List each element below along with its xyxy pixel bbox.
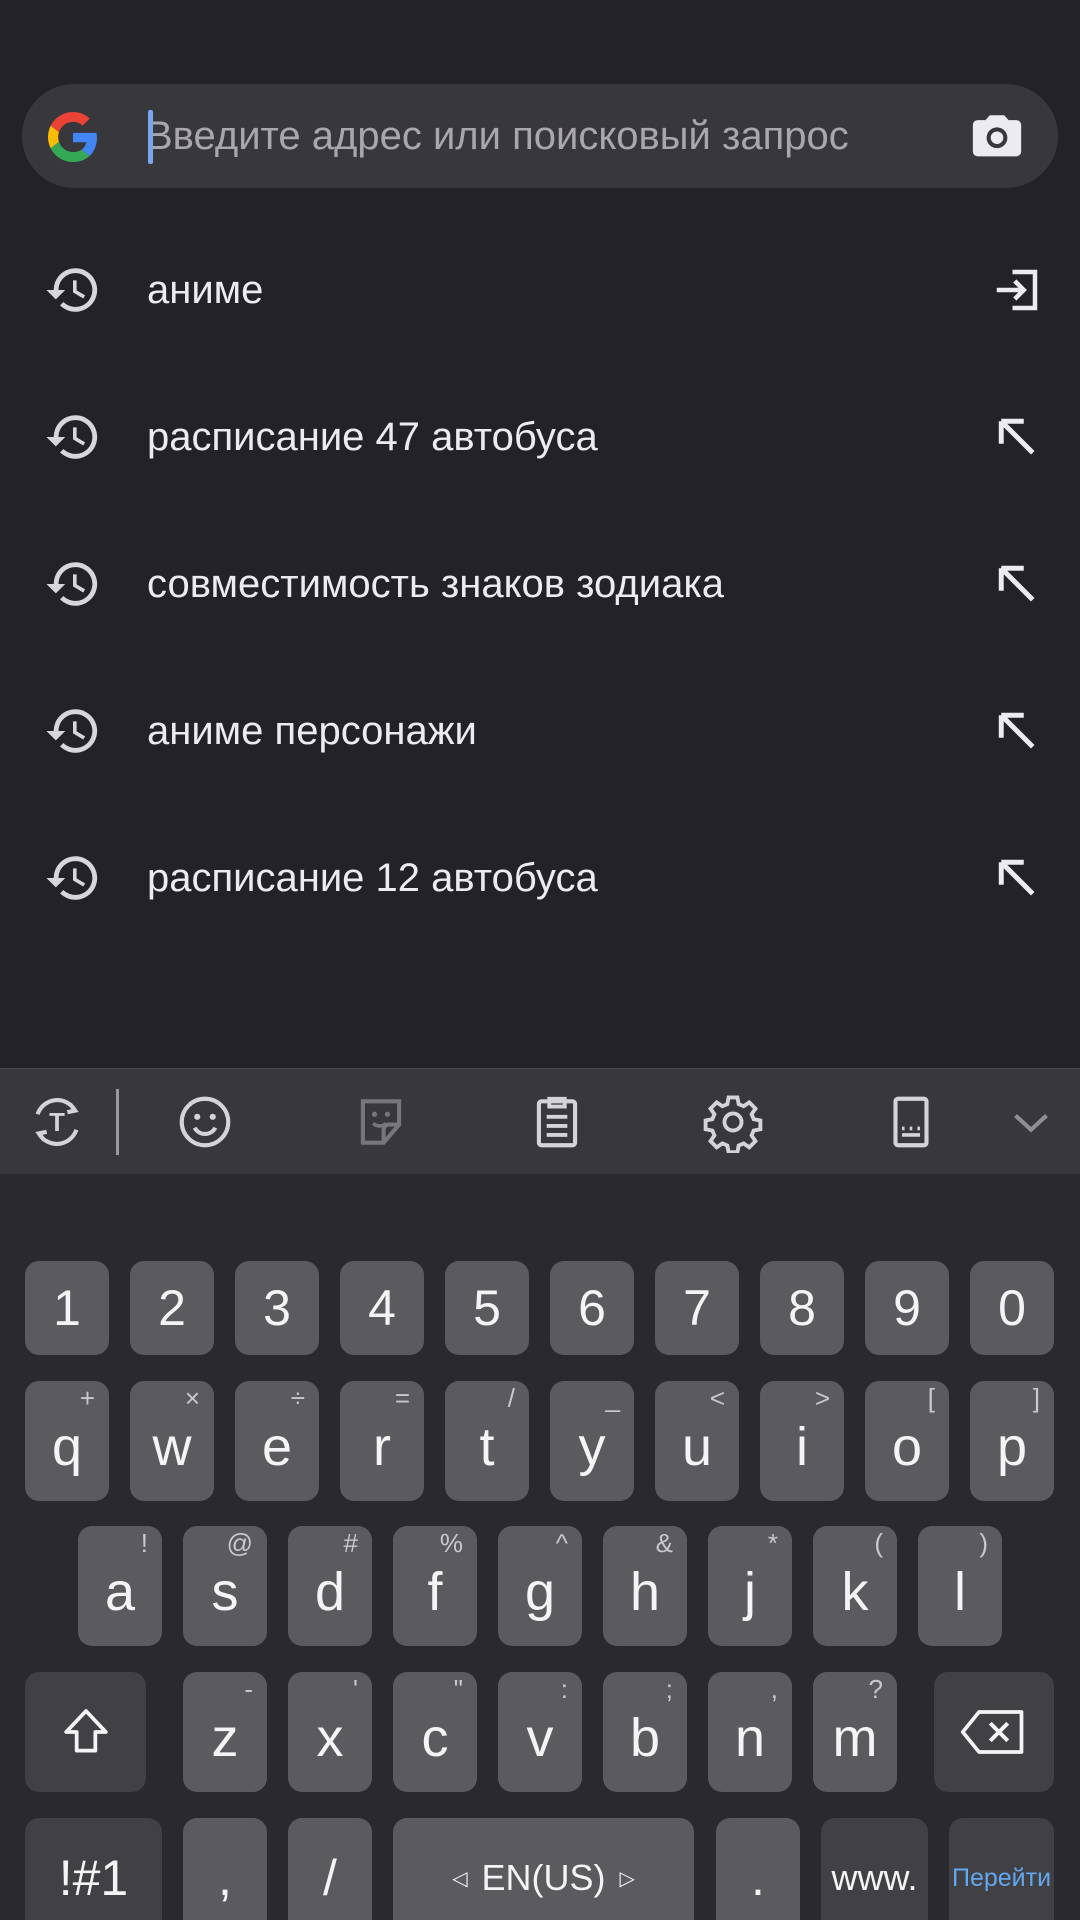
- key-o[interactable]: [o: [865, 1381, 949, 1501]
- suggestion-item[interactable]: расписание 12 автобуса: [0, 814, 1080, 961]
- settings-icon[interactable]: [702, 1091, 764, 1153]
- arrow-up-left-icon[interactable]: [990, 557, 1044, 611]
- sticker-icon[interactable]: [350, 1091, 412, 1153]
- backspace-key[interactable]: [934, 1672, 1054, 1792]
- suggestion-text: совместимость знаков зодиака: [147, 562, 724, 606]
- symbols-key[interactable]: !#1: [25, 1818, 162, 1920]
- history-icon: [46, 268, 98, 312]
- chevron-left-icon: ◁: [452, 1867, 468, 1890]
- toolbar-separator: [116, 1089, 119, 1155]
- suggestion-text: расписание 47 автобуса: [147, 415, 598, 459]
- key-m[interactable]: ? m: [813, 1672, 897, 1792]
- arrow-up-left-icon[interactable]: [990, 410, 1044, 464]
- suggestion-text: аниме персонажи: [147, 709, 477, 753]
- key-r[interactable]: = r: [340, 1381, 424, 1501]
- key-c[interactable]: " c: [393, 1672, 477, 1792]
- key-w[interactable]: × w: [130, 1381, 214, 1501]
- key-a[interactable]: ! a: [78, 1526, 162, 1646]
- shift-icon: [63, 1709, 108, 1753]
- chevron-down-icon[interactable]: [1000, 1091, 1062, 1153]
- backspace-icon: [960, 1710, 1024, 1754]
- key-0[interactable]: 0: [970, 1261, 1054, 1355]
- suggestion-text: расписание 12 автобуса: [147, 856, 598, 900]
- key-grid: 1 2 3 4 5 6 7 8 9 0 + q × w ÷ e = r / t _ y < u…: [0, 1174, 1080, 1920]
- search-bar[interactable]: [22, 84, 1058, 188]
- key-1[interactable]: 1: [25, 1261, 109, 1355]
- suggestion-item[interactable]: расписание 47 автобуса: [0, 373, 1080, 520]
- key-n[interactable]: ,n: [708, 1672, 792, 1792]
- history-icon: [46, 415, 98, 459]
- key-g[interactable]: ^ g: [498, 1526, 582, 1646]
- key-b[interactable]: ; b: [603, 1672, 687, 1792]
- arrow-up-left-icon[interactable]: [990, 704, 1044, 758]
- keyboard-toolbar: T: [0, 1068, 1080, 1174]
- key-p[interactable]: ] p: [970, 1381, 1054, 1501]
- chevron-right-icon: ▷: [619, 1867, 635, 1890]
- key-j[interactable]: * j: [708, 1526, 792, 1646]
- key-y[interactable]: _ y: [550, 1381, 634, 1501]
- svg-text:T: T: [49, 1109, 65, 1137]
- key-i[interactable]: > i: [760, 1381, 844, 1501]
- key-e[interactable]: ÷ e: [235, 1381, 319, 1501]
- key-u[interactable]: < u: [655, 1381, 739, 1501]
- history-icon: [46, 562, 98, 606]
- key-l[interactable]: ) l: [918, 1526, 1002, 1646]
- slash-key[interactable]: /: [288, 1818, 372, 1920]
- key-4[interactable]: 4: [340, 1261, 424, 1355]
- period-key[interactable]: .: [716, 1818, 800, 1920]
- key-7[interactable]: 7: [655, 1261, 739, 1355]
- history-icon: [46, 709, 98, 753]
- key-z[interactable]: -z: [183, 1672, 267, 1792]
- key-6[interactable]: 6: [550, 1261, 634, 1355]
- go-key[interactable]: Перейти: [949, 1818, 1054, 1920]
- translate-icon[interactable]: T: [26, 1091, 88, 1153]
- key-k[interactable]: (k: [813, 1526, 897, 1646]
- suggestion-item[interactable]: аниме: [0, 226, 1080, 373]
- suggestion-list: аниме расписание 47 автобуса совместимос…: [0, 226, 1080, 961]
- key-8[interactable]: 8: [760, 1261, 844, 1355]
- key-t[interactable]: / t: [445, 1381, 529, 1501]
- key-v[interactable]: :v: [498, 1672, 582, 1792]
- shift-key[interactable]: [25, 1672, 146, 1792]
- key-x[interactable]: ' x: [288, 1672, 372, 1792]
- key-2[interactable]: 2: [130, 1261, 214, 1355]
- search-input[interactable]: [146, 106, 946, 166]
- key-q[interactable]: + q: [25, 1381, 109, 1501]
- camera-icon[interactable]: [968, 108, 1026, 166]
- key-9[interactable]: 9: [865, 1261, 949, 1355]
- arrow-up-left-icon[interactable]: [990, 851, 1044, 905]
- key-h[interactable]: & h: [603, 1526, 687, 1646]
- comma-key[interactable]: ,: [183, 1818, 267, 1920]
- suggestion-item[interactable]: совместимость знаков зодиака: [0, 520, 1080, 667]
- suggestion-text: аниме: [147, 268, 264, 312]
- text-caret: [148, 110, 153, 164]
- open-in-tab-icon[interactable]: [990, 263, 1044, 317]
- key-f[interactable]: % f: [393, 1526, 477, 1646]
- key-5[interactable]: 5: [445, 1261, 529, 1355]
- key-d[interactable]: # d: [288, 1526, 372, 1646]
- history-icon: [46, 856, 98, 900]
- keyboard: T 1 2 3 4 5 6 7 8 9 0 + q × w ÷ e = r / …: [0, 1068, 1080, 1920]
- emoji-icon[interactable]: [174, 1091, 236, 1153]
- space-key[interactable]: ◁ EN(US) ▷: [393, 1818, 694, 1920]
- www-key[interactable]: www.: [821, 1818, 928, 1920]
- suggestion-item[interactable]: аниме персонажи: [0, 667, 1080, 814]
- key-3[interactable]: 3: [235, 1261, 319, 1355]
- clipboard-icon[interactable]: [526, 1091, 588, 1153]
- keyboard-mode-icon[interactable]: [880, 1091, 942, 1153]
- google-g-icon: [48, 112, 97, 162]
- key-s[interactable]: @ s: [183, 1526, 267, 1646]
